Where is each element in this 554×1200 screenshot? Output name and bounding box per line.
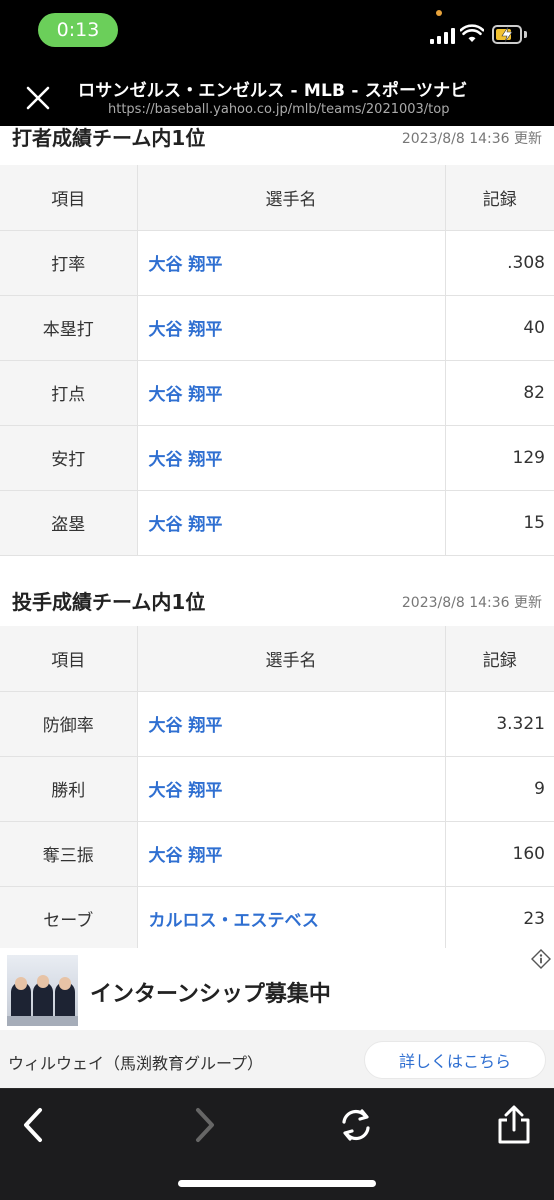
cellular-signal-icon: [430, 27, 456, 44]
status-time: 0:13: [38, 13, 118, 47]
table-row: セーブ カルロス・エステベス 23: [0, 885, 554, 948]
back-button[interactable]: [12, 1103, 56, 1147]
pitching-section-header: 投手成績チーム内1位 2023/8/8 14:36 更新: [0, 581, 554, 621]
batting-stats-table: 項目 選手名 記録 打率 大谷 翔平 .308 本塁打 大谷 翔平 40 打点 …: [0, 165, 554, 556]
pitching-stats-table: 項目 選手名 記録 防御率 大谷 翔平 3.321 勝利 大谷 翔平 9 奪三振…: [0, 626, 554, 948]
table-row: 奪三振 大谷 翔平 160: [0, 820, 554, 887]
header-record: 記録: [444, 626, 554, 692]
header-item: 項目: [0, 626, 138, 692]
header-player: 選手名: [136, 626, 446, 692]
stat-item: 勝利: [0, 755, 138, 822]
ad-advertiser: ウィルウェイ（馬渕教育グループ）: [8, 1054, 264, 1073]
header-item: 項目: [0, 165, 138, 231]
chevron-left-icon: [24, 1108, 42, 1142]
ad-headline: インターンシップ募集中: [90, 982, 331, 1007]
ad-footer: ウィルウェイ（馬渕教育グループ） 詳しくはこちら: [0, 1030, 554, 1088]
reload-button[interactable]: [334, 1103, 378, 1147]
stat-record: 3.321: [444, 690, 554, 757]
player-link[interactable]: 大谷 翔平: [136, 424, 446, 491]
share-button[interactable]: [492, 1103, 536, 1147]
reload-icon: [342, 1109, 370, 1141]
stat-item: 安打: [0, 424, 138, 491]
table-row: 安打 大谷 翔平 129: [0, 424, 554, 491]
stat-record: 40: [444, 294, 554, 361]
chevron-right-icon: [196, 1108, 214, 1142]
ad-details-button[interactable]: 詳しくはこちら: [364, 1041, 546, 1079]
stat-record: 129: [444, 424, 554, 491]
player-link[interactable]: 大谷 翔平: [136, 229, 446, 296]
stat-record: 160: [444, 820, 554, 887]
player-link[interactable]: 大谷 翔平: [136, 755, 446, 822]
player-link[interactable]: 大谷 翔平: [136, 489, 446, 556]
stat-item: 打率: [0, 229, 138, 296]
app-screen: 0:13 ロサンゼルス・エンゼルス - MLB - スポーツナビ https:/…: [0, 0, 554, 1200]
charging-bolt-icon: [501, 26, 513, 43]
player-link[interactable]: 大谷 翔平: [136, 820, 446, 887]
close-icon: [26, 86, 50, 110]
stat-item: 本塁打: [0, 294, 138, 361]
battery-cap: [524, 31, 527, 38]
table-row: 打点 大谷 翔平 82: [0, 359, 554, 426]
player-link[interactable]: 大谷 翔平: [136, 294, 446, 361]
ad-banner[interactable]: インターンシップ募集中 ウィルウェイ（馬渕教育グループ） 詳しくはこちら: [0, 948, 554, 1088]
stat-item: 防御率: [0, 690, 138, 757]
page-content: 打者成績チーム内1位 2023/8/8 14:36 更新 項目 選手名 記録 打…: [0, 126, 554, 948]
table-row: 防御率 大谷 翔平 3.321: [0, 690, 554, 757]
table-row: 勝利 大谷 翔平 9: [0, 755, 554, 822]
table-row: 盗塁 大谷 翔平 15: [0, 489, 554, 556]
stat-record: 23: [444, 885, 554, 948]
pitching-updated-time: 2023/8/8 14:36 更新: [401, 595, 542, 611]
stat-record: 9: [444, 755, 554, 822]
stat-item: 奪三振: [0, 820, 138, 887]
batting-section-title: 打者成績チーム内1位: [12, 126, 206, 150]
wifi-icon: [460, 24, 484, 42]
stat-record: .308: [444, 229, 554, 296]
browser-header: ロサンゼルス・エンゼルス - MLB - スポーツナビ https://base…: [0, 62, 554, 126]
ad-image: [7, 955, 78, 1026]
privacy-indicator-dot: [436, 10, 442, 16]
page-url: https://baseball.yahoo.co.jp/mlb/teams/2…: [108, 102, 450, 117]
header-record: 記録: [444, 165, 554, 231]
info-icon[interactable]: [531, 949, 551, 969]
status-bar: 0:13: [0, 0, 554, 62]
player-link[interactable]: 大谷 翔平: [136, 690, 446, 757]
stat-item: セーブ: [0, 885, 138, 948]
forward-button[interactable]: [182, 1103, 226, 1147]
pitching-section-title: 投手成績チーム内1位: [12, 590, 206, 614]
table-header-row: 項目 選手名 記録: [0, 626, 554, 692]
table-row: 打率 大谷 翔平 .308: [0, 229, 554, 296]
stat-record: 15: [444, 489, 554, 556]
stat-item: 盗塁: [0, 489, 138, 556]
share-icon: [498, 1105, 530, 1144]
batting-updated-time: 2023/8/8 14:36 更新: [401, 131, 542, 147]
player-link[interactable]: 大谷 翔平: [136, 359, 446, 426]
page-title: ロサンゼルス・エンゼルス - MLB - スポーツナビ: [78, 81, 468, 101]
batting-section-header: 打者成績チーム内1位 2023/8/8 14:36 更新: [0, 126, 554, 160]
stat-item: 打点: [0, 359, 138, 426]
home-indicator: [178, 1180, 376, 1187]
stat-record: 82: [444, 359, 554, 426]
close-button[interactable]: [20, 80, 56, 116]
table-row: 本塁打 大谷 翔平 40: [0, 294, 554, 361]
header-player: 選手名: [136, 165, 446, 231]
player-link[interactable]: カルロス・エステベス: [136, 885, 446, 948]
table-header-row: 項目 選手名 記録: [0, 165, 554, 231]
